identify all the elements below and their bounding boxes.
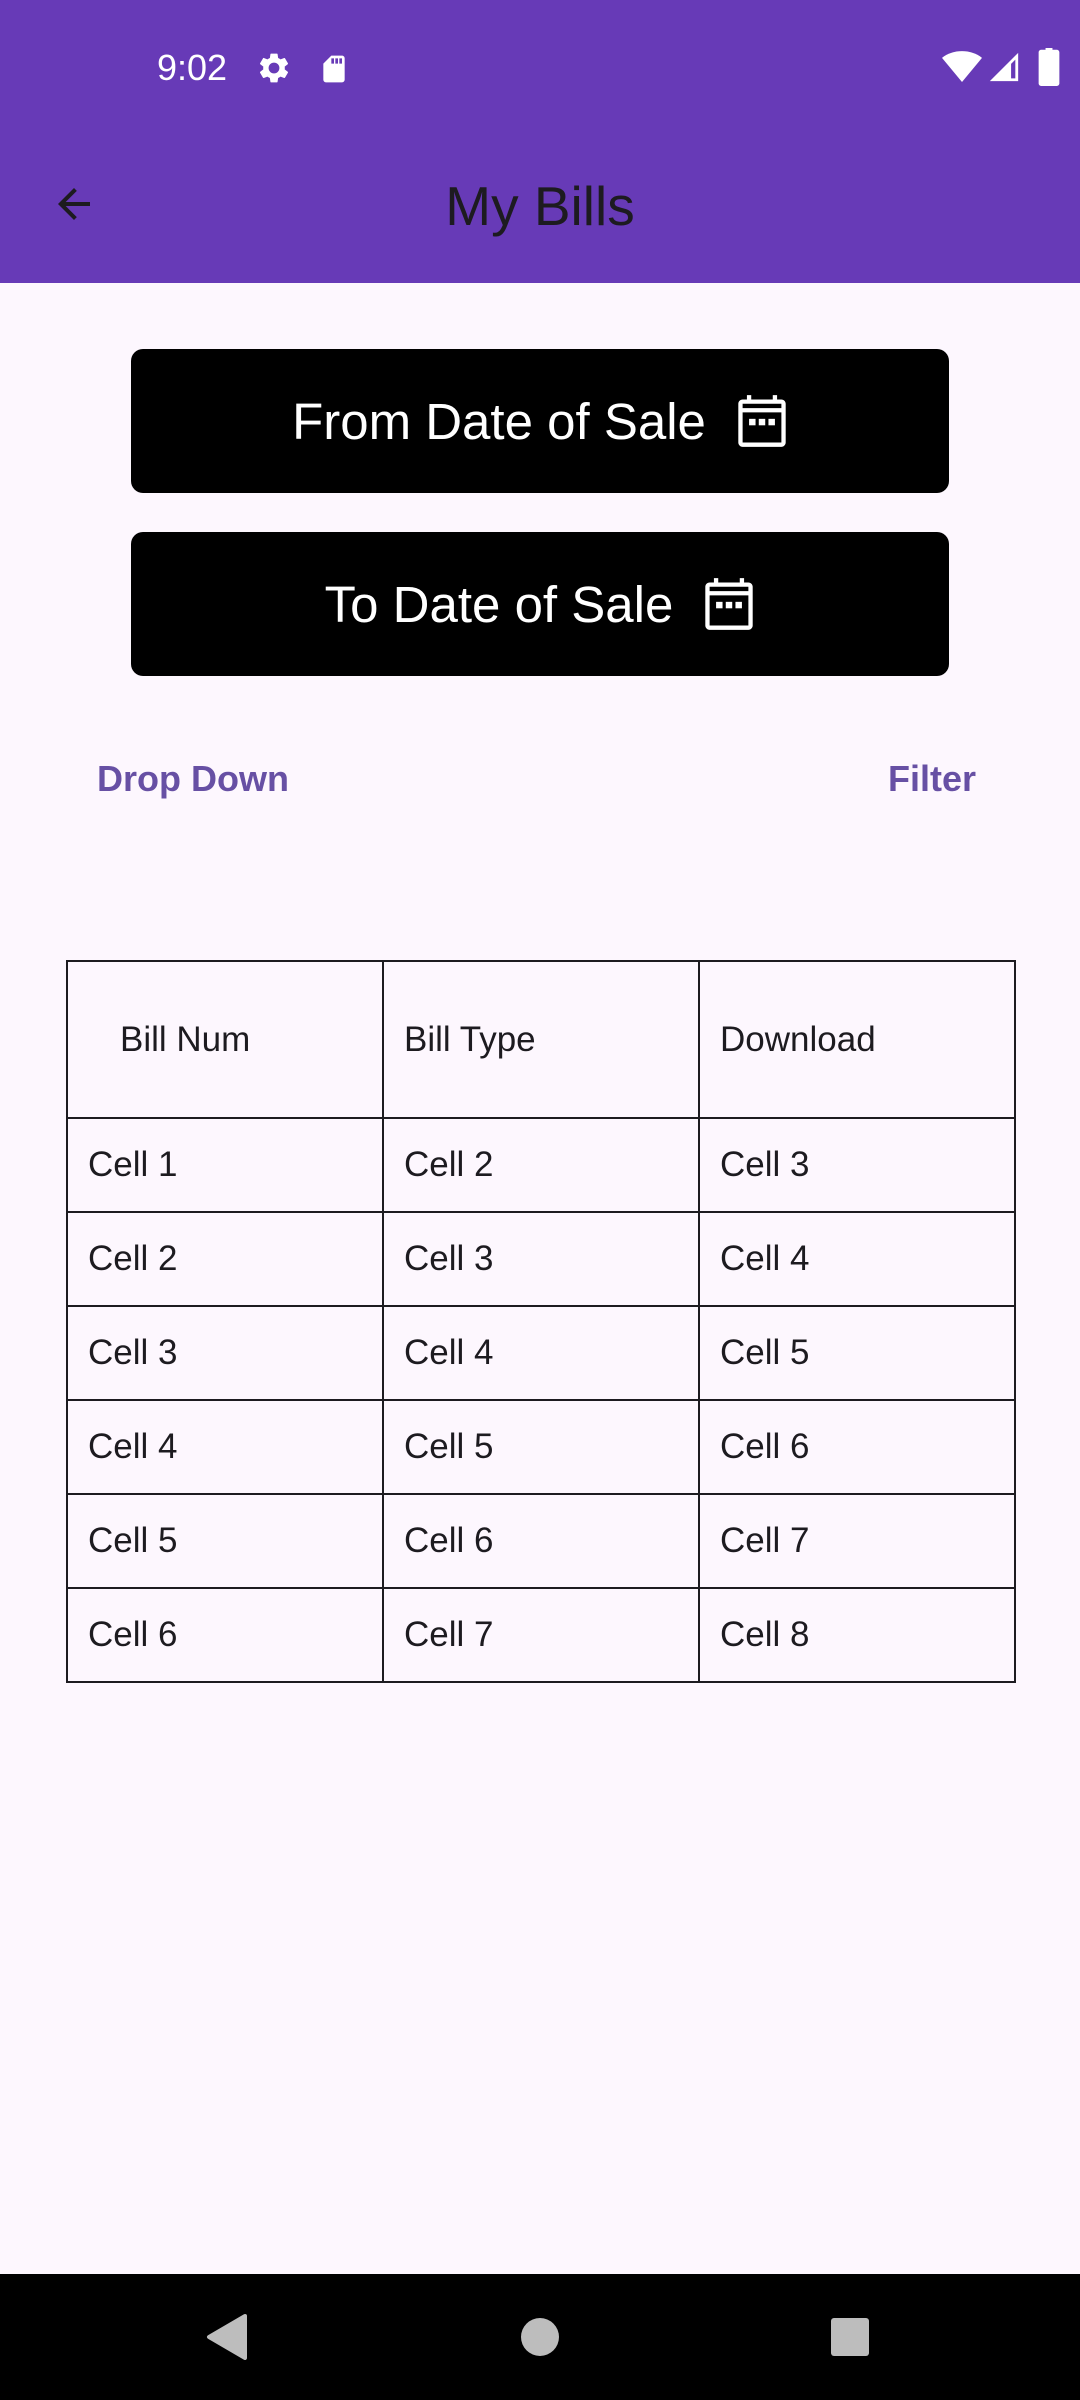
filter-button[interactable]: Filter (888, 752, 976, 806)
wifi-icon (942, 50, 982, 84)
header-bill-num: Bill Num (66, 960, 384, 1119)
table-cell: Cell 6 (382, 1493, 700, 1589)
table-cell: Cell 7 (382, 1587, 700, 1683)
table-cell: Cell 6 (66, 1587, 384, 1683)
status-bar: 9:02 (0, 0, 1080, 136)
triangle-back-icon (207, 2314, 247, 2360)
table-cell: Cell 3 (698, 1117, 1016, 1213)
bills-table: Bill Num Bill Type Download Cell 1 Cell … (66, 960, 1016, 1683)
calendar-icon (738, 395, 786, 447)
table-row: Cell 5 Cell 6 Cell 7 (66, 1493, 1016, 1589)
table-row: Cell 4 Cell 5 Cell 6 (66, 1399, 1016, 1495)
gear-icon (256, 50, 292, 86)
square-recents-icon (831, 2318, 869, 2356)
table-cell: Cell 3 (66, 1305, 384, 1401)
status-time: 9:02 (157, 47, 228, 88)
table-cell: Cell 4 (698, 1211, 1016, 1307)
table-cell: Cell 7 (698, 1493, 1016, 1589)
nav-home-button[interactable] (500, 2274, 580, 2400)
table-cell: Cell 2 (382, 1117, 700, 1213)
table-cell: Cell 4 (66, 1399, 384, 1495)
nav-back-button[interactable] (186, 2274, 266, 2400)
table-row: Cell 1 Cell 2 Cell 3 (66, 1117, 1016, 1213)
table-cell: Cell 6 (698, 1399, 1016, 1495)
table-cell: Cell 2 (66, 1211, 384, 1307)
calendar-icon (705, 578, 754, 630)
table-cell: Cell 5 (698, 1305, 1016, 1401)
table-row: Cell 3 Cell 4 Cell 5 (66, 1305, 1016, 1401)
header-bill-type: Bill Type (382, 960, 700, 1119)
circle-home-icon (521, 2318, 559, 2356)
battery-icon (1038, 48, 1060, 86)
navigation-bar (0, 2274, 1080, 2400)
table-cell: Cell 1 (66, 1117, 384, 1213)
from-date-button[interactable]: From Date of Sale (131, 349, 949, 493)
table-row: Cell 6 Cell 7 Cell 8 (66, 1587, 1016, 1683)
page-title: My Bills (445, 175, 635, 237)
table-cell: Cell 3 (382, 1211, 700, 1307)
table-cell: Cell 8 (698, 1587, 1016, 1683)
sd-card-icon (318, 52, 350, 86)
signal-icon (987, 50, 1021, 84)
to-date-button[interactable]: To Date of Sale (131, 532, 949, 676)
table-header-row: Bill Num Bill Type Download (66, 960, 1016, 1119)
from-date-label: From Date of Sale (292, 392, 706, 450)
table-row: Cell 2 Cell 3 Cell 4 (66, 1211, 1016, 1307)
app-header: 9:02 My Bills (0, 0, 1080, 283)
table-cell: Cell 5 (382, 1399, 700, 1495)
table-cell: Cell 5 (66, 1493, 384, 1589)
header-download: Download (698, 960, 1016, 1119)
dropdown-button[interactable]: Drop Down (97, 752, 289, 806)
to-date-label: To Date of Sale (324, 575, 674, 633)
table-cell: Cell 4 (382, 1305, 700, 1401)
nav-recents-button[interactable] (810, 2274, 890, 2400)
